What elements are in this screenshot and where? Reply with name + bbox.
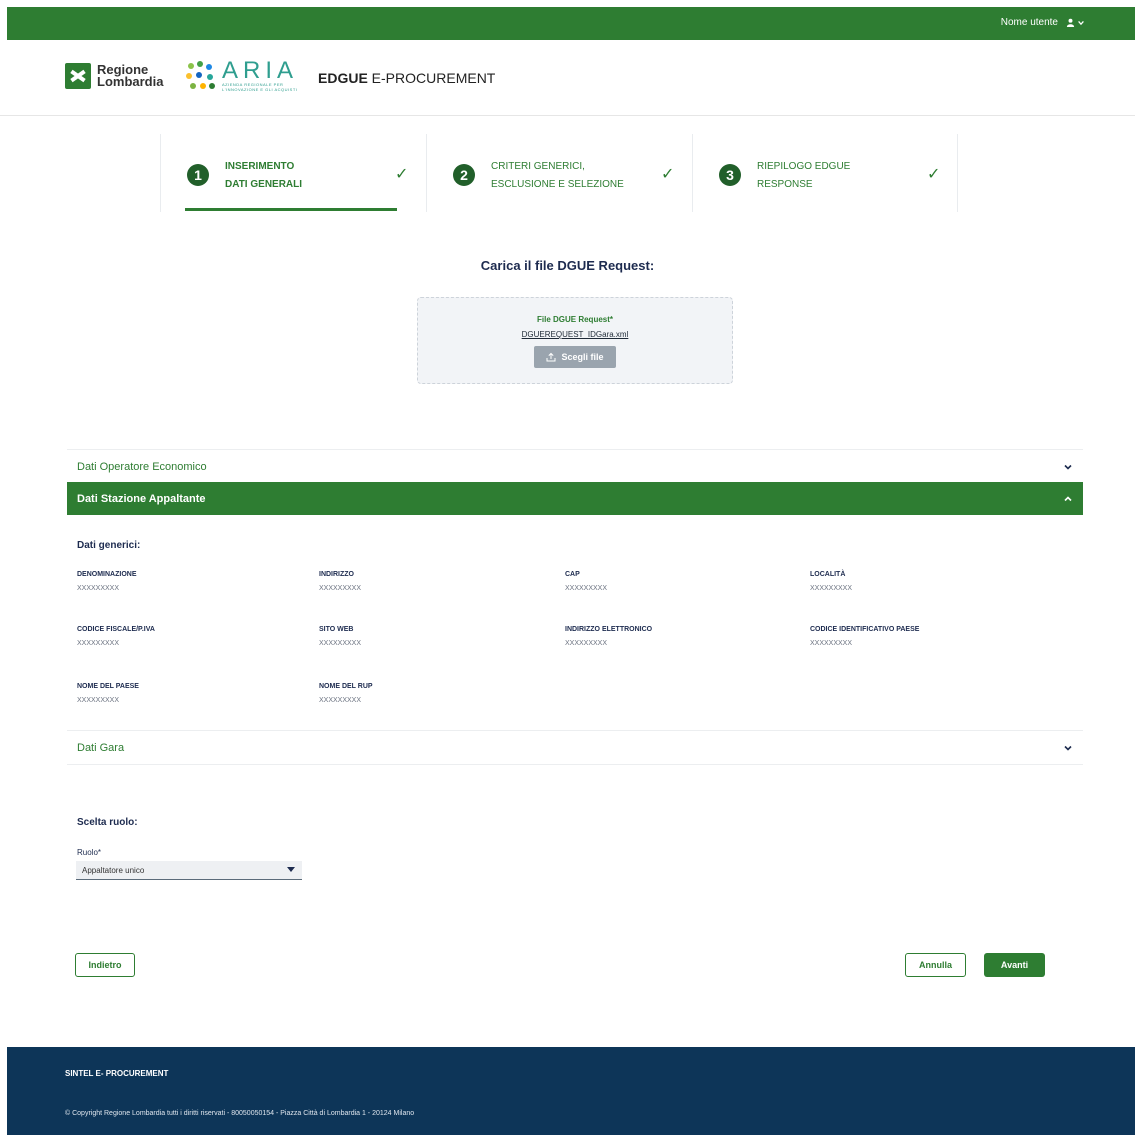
step-label-line1: RIEPILOGO EDGUE (757, 161, 851, 172)
uploaded-file-link[interactable]: DGUEREQUEST_IDGara.xml (418, 330, 732, 339)
ruolo-select[interactable]: Appaltatore unico (76, 861, 302, 880)
field-nome-paese: NOME DEL PAESE XXXXXXXXX (77, 683, 277, 704)
ruolo-title: Scelta ruolo: (77, 817, 138, 828)
field-key: INDIRIZZO (319, 571, 354, 578)
field-codice-fiscale: CODICE FISCALE/P.IVA XXXXXXXXX (77, 626, 277, 647)
step-number: 3 (719, 164, 741, 186)
step-label-line2: RESPONSE (757, 179, 813, 190)
step-1[interactable]: 1 INSERIMENTO DATI GENERALI ✓ (160, 134, 426, 212)
field-key: NOME DEL RUP (319, 683, 373, 690)
active-step-indicator (185, 208, 397, 211)
app-title: EDGUE E-PROCUREMENT (318, 70, 495, 86)
dati-generici-title: Dati generici: (77, 540, 141, 551)
field-indirizzo-elettronico: INDIRIZZO ELETTRONICO XXXXXXXXX (565, 626, 765, 647)
field-value: XXXXXXXXX (77, 640, 120, 647)
field-codice-paese: CODICE IDENTIFICATIVO PAESE XXXXXXXXX (810, 626, 1010, 647)
aria-logo[interactable]: ARIA AZIENDA REGIONALE PER L'INNOVAZIONE… (186, 57, 299, 92)
aria-word: ARIA (222, 57, 299, 84)
aria-dots-icon (186, 61, 216, 91)
check-icon: ✓ (927, 166, 941, 183)
field-key: CODICE IDENTIFICATIVO PAESE (810, 626, 920, 633)
footer: SINTEL E- PROCUREMENT © Copyright Region… (7, 1047, 1135, 1135)
step-label-line2: DATI GENERALI (225, 179, 303, 190)
user-menu[interactable]: Nome utente (1001, 17, 1085, 28)
accordion-label: Dati Gara (77, 741, 125, 754)
field-key: DENOMINAZIONE (77, 571, 137, 578)
accordion-label: Dati Operatore Economico (77, 460, 207, 473)
field-nome-rup: NOME DEL RUP XXXXXXXXX (319, 683, 519, 704)
regione-lombardia-mark-icon (65, 63, 91, 89)
field-key: INDIRIZZO ELETTRONICO (565, 626, 653, 633)
app-title-rest: E-PROCUREMENT (367, 70, 496, 86)
next-button[interactable]: Avanti (984, 953, 1045, 977)
upload-icon (546, 352, 556, 362)
field-denominazione: DENOMINAZIONE XXXXXXXXX (77, 571, 277, 592)
accordion-dati-operatore[interactable]: Dati Operatore Economico (67, 449, 1083, 483)
cancel-button[interactable]: Annulla (905, 953, 966, 977)
app-title-bold: EDGUE (318, 70, 368, 86)
field-key: NOME DEL PAESE (77, 683, 139, 690)
step-label-line2: ESCLUSIONE E SELEZIONE (491, 179, 624, 190)
field-value: XXXXXXXXX (319, 585, 362, 592)
top-bar: Nome utente (7, 7, 1135, 40)
step-number: 2 (453, 164, 475, 186)
footer-copyright: © Copyright Regione Lombardia tutti i di… (65, 1110, 415, 1117)
ruolo-selected: Appaltatore unico (82, 866, 145, 875)
choose-file-button[interactable]: Scegli file (534, 346, 616, 368)
field-value: XXXXXXXXX (77, 697, 120, 704)
field-cap: CAP XXXXXXXXX (565, 571, 765, 592)
check-icon: ✓ (661, 166, 675, 183)
accordion-dati-stazione[interactable]: Dati Stazione Appaltante (67, 482, 1083, 515)
field-key: SITO WEB (319, 626, 354, 633)
field-sito-web: SITO WEB XXXXXXXXX (319, 626, 519, 647)
aria-sub2: L'INNOVAZIONE E GLI ACQUISTI (222, 87, 298, 92)
choose-file-label: Scegli file (561, 352, 604, 362)
logo-rl-line2: Lombardia (97, 74, 164, 89)
field-value: XXXXXXXXX (319, 697, 362, 704)
footer-title: SINTEL E- PROCUREMENT (65, 1069, 169, 1078)
field-value: XXXXXXXXX (77, 585, 120, 592)
back-button[interactable]: Indietro (75, 953, 135, 977)
person-icon (1066, 18, 1075, 27)
field-value: XXXXXXXXX (319, 640, 362, 647)
field-value: XXXXXXXXX (810, 640, 853, 647)
field-key: LOCALITÀ (810, 571, 846, 578)
step-label-line1: CRITERI GENERICI, (491, 161, 585, 172)
step-number: 1 (187, 164, 209, 186)
user-name: Nome utente (1000, 17, 1058, 28)
field-value: XXXXXXXXX (565, 585, 608, 592)
check-icon: ✓ (395, 166, 409, 183)
ruolo-label: Ruolo* (77, 848, 102, 857)
chevron-up-icon (1064, 495, 1072, 501)
field-localita: LOCALITÀ XXXXXXXXX (810, 571, 1010, 592)
field-value: XXXXXXXXX (810, 585, 853, 592)
caret-down-icon (287, 867, 295, 872)
step-label-line1: INSERIMENTO (225, 161, 295, 172)
field-value: XXXXXXXXX (565, 640, 608, 647)
accordion-dati-gara[interactable]: Dati Gara (67, 730, 1083, 765)
field-key: CODICE FISCALE/P.IVA (77, 626, 155, 633)
step-3[interactable]: 3 RIEPILOGO EDGUE RESPONSE ✓ (692, 134, 958, 212)
upload-title: Carica il file DGUE Request: (480, 258, 655, 273)
header: Regione Lombardia ARIA AZIENDA REGIONALE… (0, 40, 1135, 116)
chevron-down-icon (1064, 745, 1072, 751)
field-indirizzo: INDIRIZZO XXXXXXXXX (319, 571, 519, 592)
accordion-label: Dati Stazione Appaltante (77, 492, 206, 505)
stepper: 1 INSERIMENTO DATI GENERALI ✓ 2 CRITERI G… (160, 134, 958, 212)
chevron-down-icon (1078, 20, 1084, 25)
upload-dropzone[interactable]: File DGUE Request* DGUEREQUEST_IDGara.xm… (417, 297, 733, 384)
chevron-down-icon (1064, 464, 1072, 470)
regione-lombardia-logo[interactable]: Regione Lombardia (65, 63, 163, 89)
upload-label: File DGUE Request* (536, 315, 613, 324)
step-2[interactable]: 2 CRITERI GENERICI, ESCLUSIONE E SELEZION… (426, 134, 692, 212)
field-key: CAP (565, 571, 580, 578)
